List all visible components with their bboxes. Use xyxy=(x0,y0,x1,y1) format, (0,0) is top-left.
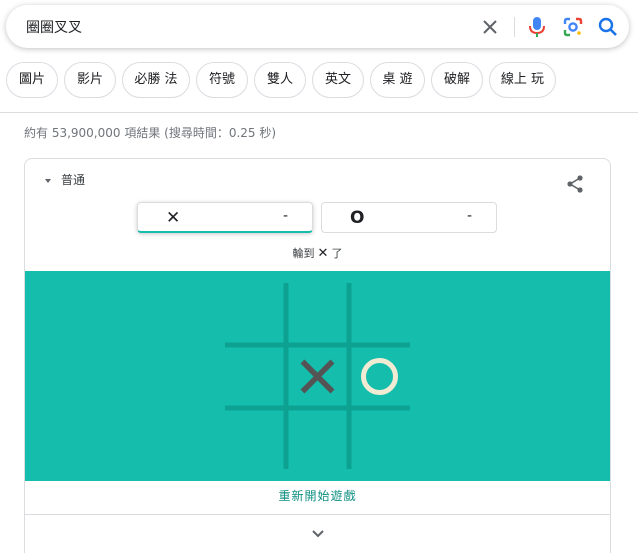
chip-english[interactable]: 英文 xyxy=(312,62,364,98)
chip-videos[interactable]: 影片 xyxy=(64,62,116,98)
score-x: ✕ - xyxy=(137,202,313,233)
board-cell[interactable] xyxy=(353,349,406,404)
turn-mark: ✕ xyxy=(317,246,329,261)
board-cell[interactable] xyxy=(229,349,282,404)
tic-tac-toe-card: 普通 ✕ - O - 輪到 ✕ 了 重新開始遊戲 xyxy=(24,158,611,553)
difficulty-label: 普通 xyxy=(61,173,86,187)
turn-suffix: 了 xyxy=(331,247,343,260)
game-board xyxy=(225,283,410,469)
chip-winning-strategy[interactable]: 必勝 法 xyxy=(122,62,190,98)
score-o: O - xyxy=(321,202,497,233)
restart-game-button[interactable]: 重新開始遊戲 xyxy=(25,487,610,504)
card-divider xyxy=(25,514,610,515)
chevron-down-icon[interactable] xyxy=(308,526,328,540)
search-icon[interactable] xyxy=(596,15,620,39)
board-cell[interactable] xyxy=(290,412,345,465)
search-bar[interactable]: 圈圈叉叉 xyxy=(6,5,629,48)
score-o-value: - xyxy=(466,208,472,224)
chip-images[interactable]: 圖片 xyxy=(6,62,58,98)
header-divider xyxy=(0,112,638,113)
search-bar-divider xyxy=(514,17,515,37)
chip-crack[interactable]: 破解 xyxy=(431,62,483,98)
score-x-value: - xyxy=(282,208,288,224)
share-icon[interactable] xyxy=(565,174,585,194)
chip-two-player[interactable]: 雙人 xyxy=(254,62,306,98)
difficulty-dropdown[interactable]: 普通 xyxy=(45,171,85,188)
game-board-area xyxy=(25,271,610,481)
board-cell[interactable] xyxy=(353,287,406,341)
board-cell[interactable] xyxy=(290,287,345,341)
score-o-mark: O xyxy=(350,208,365,228)
caret-down-icon xyxy=(45,178,51,183)
search-input[interactable]: 圈圈叉叉 xyxy=(26,17,82,37)
score-x-mark: ✕ xyxy=(166,208,181,228)
turn-indicator: 輪到 ✕ 了 xyxy=(25,245,610,261)
board-cells xyxy=(229,287,406,465)
chip-symbols[interactable]: 符號 xyxy=(196,62,248,98)
chip-board-game[interactable]: 桌 遊 xyxy=(370,62,425,98)
close-icon[interactable] xyxy=(478,15,502,39)
turn-prefix: 輪到 xyxy=(292,247,315,260)
board-cell[interactable] xyxy=(290,349,345,404)
result-stats: 約有 53,900,000 項結果 (搜尋時間：0.25 秒) xyxy=(24,126,277,140)
board-cell[interactable] xyxy=(229,412,282,465)
chip-play-online[interactable]: 線上 玩 xyxy=(489,62,556,98)
board-cell[interactable] xyxy=(353,412,406,465)
google-lens-icon[interactable] xyxy=(561,15,585,39)
microphone-icon[interactable] xyxy=(526,15,548,39)
board-cell[interactable] xyxy=(229,287,282,341)
